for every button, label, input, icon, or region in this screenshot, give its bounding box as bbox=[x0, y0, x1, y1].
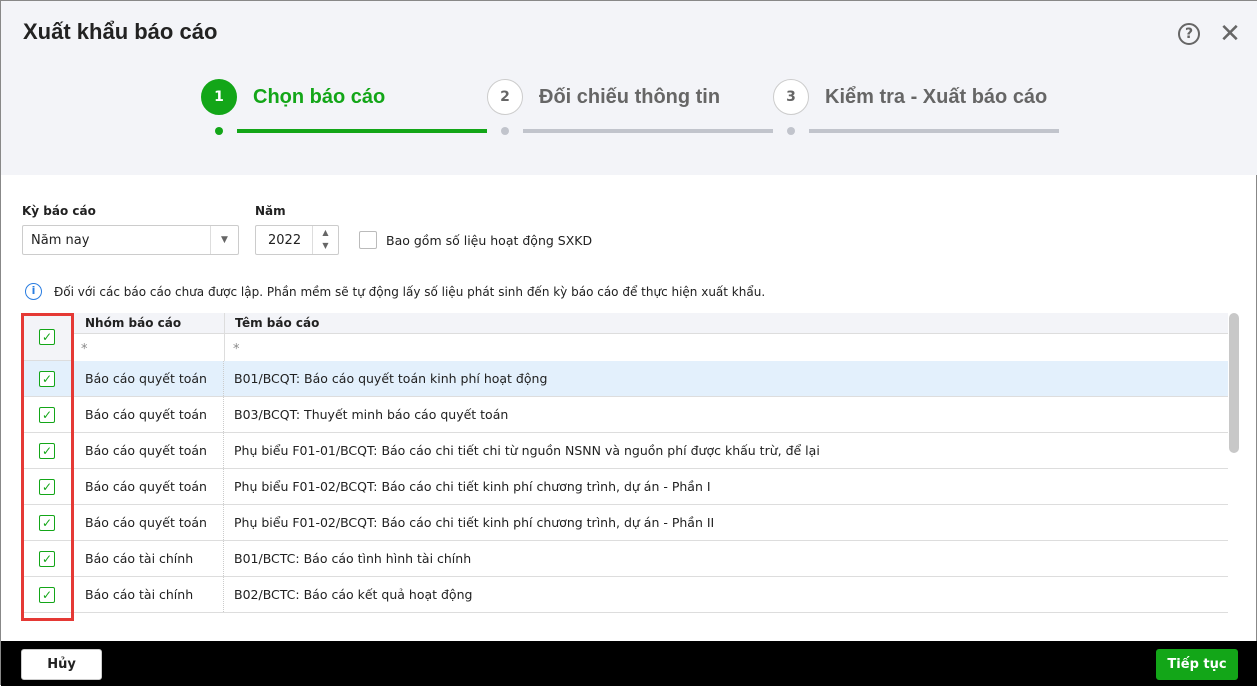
year-value: 2022 bbox=[268, 233, 302, 248]
table-row[interactable]: ✓ Báo cáo quyết toán B03/BCQT: Thuyết minh… bbox=[21, 397, 1228, 433]
period-value: Năm nay bbox=[31, 233, 90, 248]
table-row[interactable]: ✓ Báo cáo tài chính B01/BCTC: Báo cáo tình… bbox=[21, 541, 1228, 577]
period-label: Kỳ báo cáo bbox=[22, 204, 96, 218]
column-header-name[interactable]: Têm báo cáo bbox=[235, 316, 319, 330]
step-dot bbox=[501, 127, 509, 135]
dialog-header: Xuất khẩu báo cáo ? ✕ 1 Chọn báo cáo 2 Đối… bbox=[1, 1, 1257, 175]
info-note: i Đối với các báo cáo chưa được lập. Phần… bbox=[25, 283, 765, 300]
name-cell: B03/BCQT: Thuyết minh báo cáo quyết toán bbox=[234, 407, 509, 422]
year-label: Năm bbox=[255, 204, 286, 218]
group-cell: Báo cáo quyết toán bbox=[73, 469, 224, 504]
group-cell: Báo cáo quyết toán bbox=[73, 505, 224, 540]
grid-header: ✓ Nhóm báo cáo Têm báo cáo * * bbox=[21, 313, 1228, 361]
chevron-down-icon[interactable]: ▼ bbox=[210, 226, 238, 254]
table-row[interactable]: ✓ Báo cáo tài chính B02/BCTC: Báo cáo kết … bbox=[21, 577, 1228, 613]
help-icon[interactable]: ? bbox=[1178, 23, 1200, 45]
step-3[interactable]: 3 Kiểm tra - Xuất báo cáo bbox=[773, 79, 1047, 115]
report-grid: ✓ Nhóm báo cáo Têm báo cáo * * ✓ Báo cáo … bbox=[21, 313, 1228, 621]
name-cell: Phụ biểu F01-02/BCQT: Báo cáo chi tiết k… bbox=[234, 479, 711, 494]
dialog-footer: Hủy Tiếp tục bbox=[1, 641, 1257, 686]
table-row[interactable]: ✓ Báo cáo quyết toán Phụ biểu F01-02/BCQT:… bbox=[21, 469, 1228, 505]
year-stepper[interactable]: 2022 ▲ ▼ bbox=[255, 225, 339, 255]
step-progress bbox=[809, 129, 1059, 133]
group-cell: Báo cáo quyết toán bbox=[73, 433, 224, 468]
name-cell: B02/BCTC: Báo cáo kết quả hoạt động bbox=[234, 587, 473, 602]
column-header-group[interactable]: Nhóm báo cáo bbox=[85, 316, 181, 330]
step-number: 2 bbox=[487, 79, 523, 115]
table-row[interactable]: ✓ Báo cáo quyết toán Phụ biểu F01-02/BCQT:… bbox=[21, 505, 1228, 541]
checkbox-column-highlight bbox=[21, 313, 74, 621]
group-cell: Báo cáo tài chính bbox=[73, 577, 224, 612]
cancel-button[interactable]: Hủy bbox=[21, 649, 102, 680]
step-number: 3 bbox=[773, 79, 809, 115]
step-label: Chọn báo cáo bbox=[253, 85, 386, 108]
close-icon[interactable]: ✕ bbox=[1219, 21, 1241, 47]
step-label: Kiểm tra - Xuất báo cáo bbox=[825, 85, 1048, 108]
filter-symbol: * bbox=[81, 342, 88, 357]
checkbox[interactable] bbox=[359, 231, 377, 249]
include-label: Bao gồm số liệu hoạt động SXKD bbox=[386, 232, 593, 248]
step-number: 1 bbox=[201, 79, 237, 115]
dialog-title: Xuất khẩu báo cáo bbox=[23, 19, 218, 44]
step-dot bbox=[215, 127, 223, 135]
group-cell: Báo cáo quyết toán bbox=[73, 397, 224, 432]
step-progress bbox=[237, 129, 487, 133]
name-filter-input[interactable]: * bbox=[225, 333, 1228, 361]
continue-button[interactable]: Tiếp tục bbox=[1156, 649, 1238, 680]
period-select[interactable]: Năm nay ▼ bbox=[22, 225, 239, 255]
increment-icon[interactable]: ▲ bbox=[313, 226, 338, 239]
info-text: Đối với các báo cáo chưa được lập. Phần … bbox=[54, 284, 766, 299]
decrement-icon[interactable]: ▼ bbox=[313, 239, 338, 252]
step-1[interactable]: 1 Chọn báo cáo bbox=[201, 79, 385, 115]
step-progress bbox=[523, 129, 773, 133]
filter-symbol: * bbox=[233, 342, 240, 357]
table-row[interactable]: ✓ Báo cáo quyết toán B01/BCQT: Báo cáo quy… bbox=[21, 361, 1228, 397]
include-sxkd-checkbox[interactable]: Bao gồm số liệu hoạt động SXKD bbox=[359, 231, 592, 249]
name-cell: B01/BCTC: Báo cáo tình hình tài chính bbox=[234, 551, 472, 566]
table-row[interactable]: ✓ Báo cáo quyết toán Phụ biểu F01-01/BCQT:… bbox=[21, 433, 1228, 469]
info-icon: i bbox=[25, 283, 42, 300]
name-cell: Phụ biểu F01-01/BCQT: Báo cáo chi tiết c… bbox=[234, 443, 820, 458]
group-cell: Báo cáo tài chính bbox=[73, 541, 224, 576]
name-cell: Phụ biểu F01-02/BCQT: Báo cáo chi tiết k… bbox=[234, 515, 715, 530]
step-dot bbox=[787, 127, 795, 135]
group-cell: Báo cáo quyết toán bbox=[73, 361, 224, 396]
name-cell: B01/BCQT: Báo cáo quyết toán kinh phí ho… bbox=[234, 371, 548, 386]
scrollbar[interactable] bbox=[1229, 313, 1239, 453]
step-label: Đối chiếu thông tin bbox=[539, 85, 721, 108]
group-filter-input[interactable]: * bbox=[73, 333, 224, 361]
step-2[interactable]: 2 Đối chiếu thông tin bbox=[487, 79, 720, 115]
